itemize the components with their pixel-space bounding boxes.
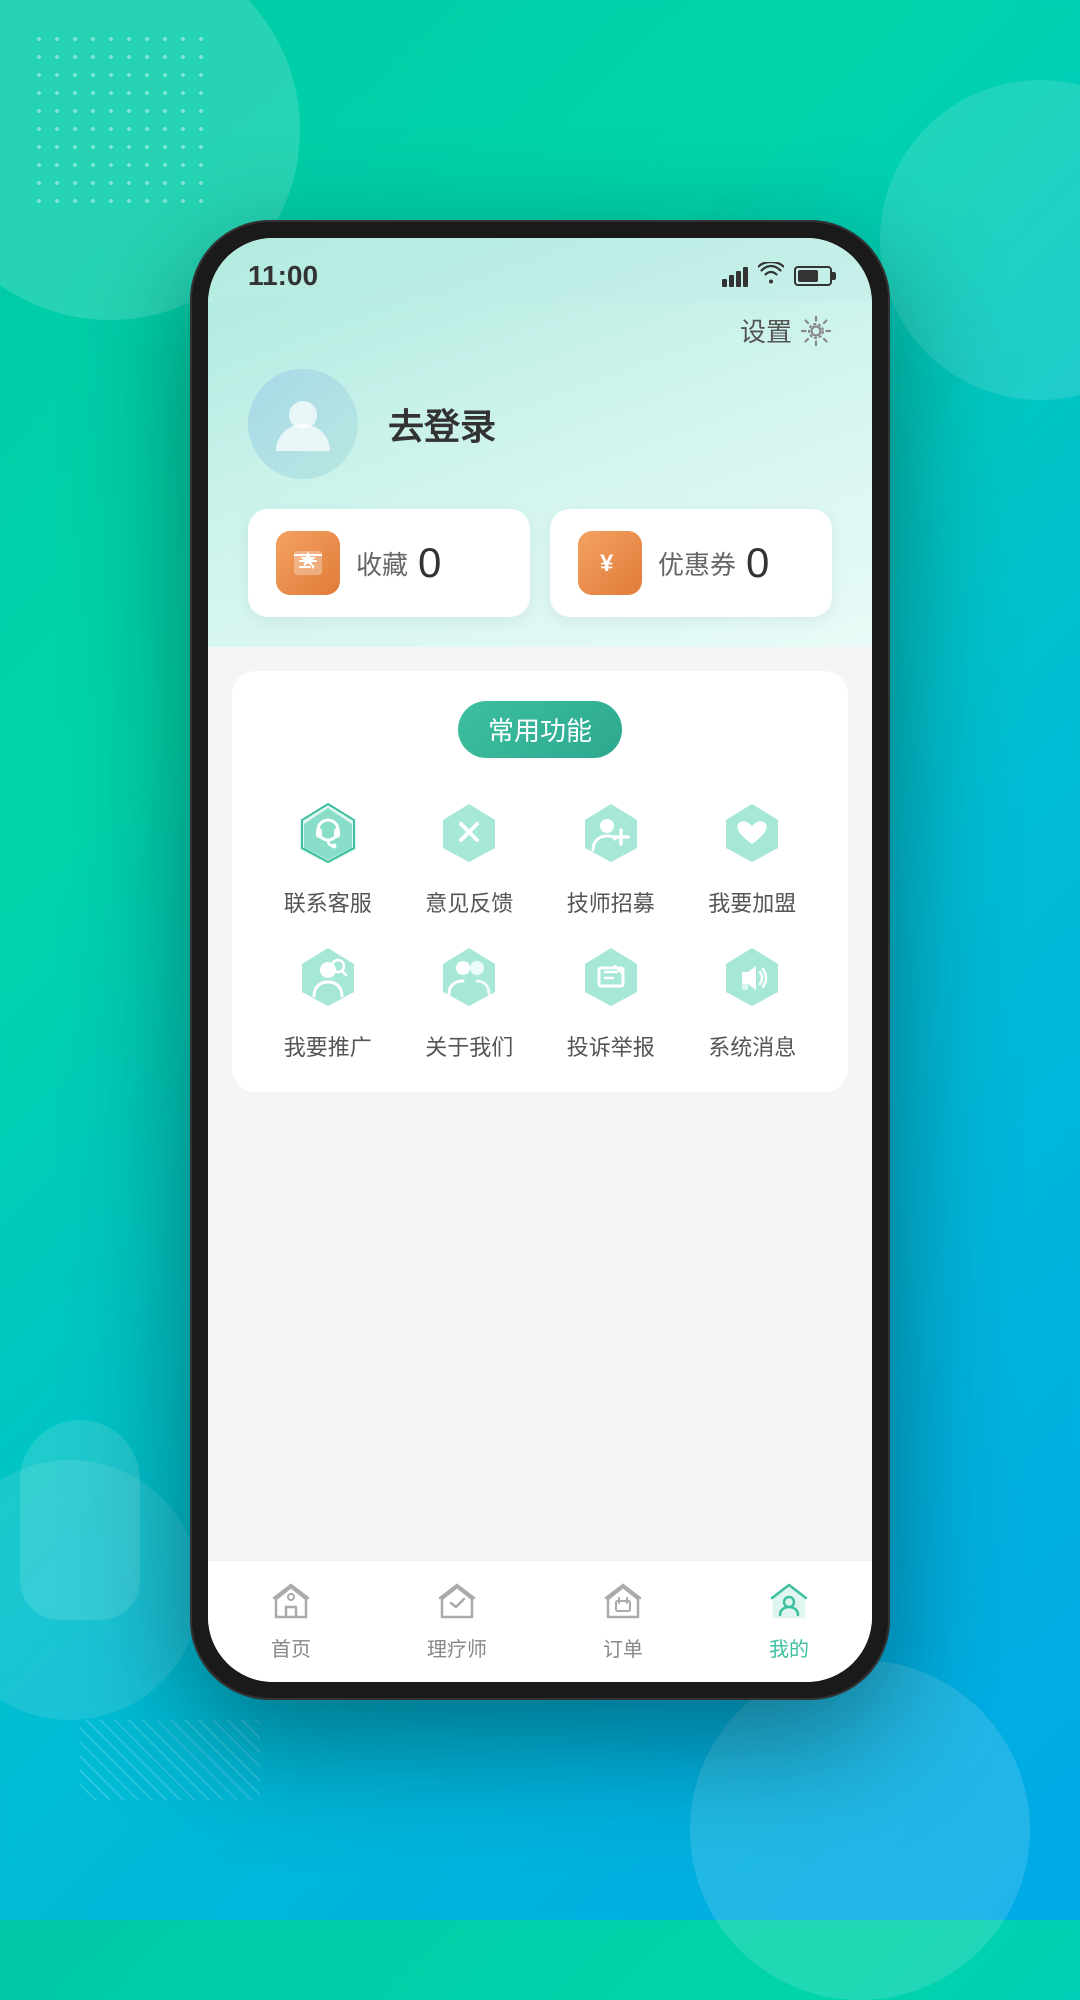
promote-icon xyxy=(294,944,362,1012)
status-bar: 11:00 xyxy=(208,238,872,302)
battery-fill xyxy=(798,270,818,282)
feedback-icon-wrap xyxy=(429,794,509,874)
join-icon-wrap xyxy=(712,794,792,874)
battery-icon xyxy=(794,266,832,286)
status-icons xyxy=(722,262,832,290)
function-item-customer-service[interactable]: 联系客服 xyxy=(262,794,394,918)
signal-bar-3 xyxy=(736,271,741,287)
login-prompt[interactable]: 去登录 xyxy=(388,398,496,450)
nav-item-orders[interactable]: 订单 xyxy=(540,1577,706,1662)
nav-item-mine[interactable]: 我的 xyxy=(706,1577,872,1662)
svg-text:¥: ¥ xyxy=(600,550,614,577)
nav-label-therapist: 理疗师 xyxy=(427,1633,487,1662)
about-icon xyxy=(435,944,503,1012)
customer-service-label: 联系客服 xyxy=(284,886,372,918)
function-item-promote[interactable]: 我要推广 xyxy=(262,938,394,1062)
user-avatar-icon xyxy=(268,389,338,459)
promote-icon-wrap xyxy=(288,938,368,1018)
favorites-card[interactable]: 收藏 0 xyxy=(248,509,530,617)
coupon-count: 0 xyxy=(746,539,769,587)
mine-nav-icon xyxy=(764,1577,814,1627)
bottom-nav: 首页 理疗师 xyxy=(208,1560,872,1682)
feedback-icon xyxy=(435,800,503,868)
system-msg-label: 系统消息 xyxy=(708,1030,796,1062)
bg-decor-circle4 xyxy=(690,1660,1030,2000)
join-icon xyxy=(718,800,786,868)
feedback-label: 意见反馈 xyxy=(425,886,513,918)
customer-service-icon-wrap xyxy=(288,794,368,874)
technician-icon-wrap xyxy=(571,794,651,874)
nav-item-therapist[interactable]: 理疗师 xyxy=(374,1577,540,1662)
therapist-nav-icon xyxy=(432,1577,482,1627)
gear-icon xyxy=(800,315,832,347)
coupon-icon: ¥ xyxy=(578,531,642,595)
orders-nav-icon xyxy=(598,1577,648,1627)
function-item-feedback[interactable]: 意见反馈 xyxy=(404,794,536,918)
functions-title-wrap: 常用功能 xyxy=(262,701,818,758)
complaint-label: 投诉举报 xyxy=(567,1030,655,1062)
coupon-text: 优惠券 0 xyxy=(658,539,769,587)
promote-label: 我要推广 xyxy=(284,1030,372,1062)
favorites-text: 收藏 0 xyxy=(356,539,441,587)
complaint-icon-wrap xyxy=(571,938,651,1018)
function-item-technician[interactable]: 技师招募 xyxy=(545,794,677,918)
nav-label-home: 首页 xyxy=(271,1633,311,1662)
phone-screen: 11:00 xyxy=(208,238,872,1682)
profile-row: 去登录 xyxy=(248,369,832,479)
favorites-count: 0 xyxy=(418,539,441,587)
settings-label: 设置 xyxy=(740,312,792,349)
complaint-icon xyxy=(577,944,645,1012)
home-nav-icon xyxy=(266,1577,316,1627)
settings-button[interactable]: 设置 xyxy=(740,312,832,349)
technician-label: 技师招募 xyxy=(567,886,655,918)
avatar[interactable] xyxy=(248,369,358,479)
signal-bar-2 xyxy=(729,275,734,287)
wifi-icon xyxy=(758,262,784,290)
about-label: 关于我们 xyxy=(425,1030,513,1062)
bg-decor-lines xyxy=(80,1720,260,1800)
function-item-complaint[interactable]: 投诉举报 xyxy=(545,938,677,1062)
bg-decor-hand xyxy=(20,1420,140,1620)
favorites-label: 收藏 xyxy=(356,545,408,582)
functions-card: 常用功能 xyxy=(232,671,848,1092)
phone-frame: 11:00 xyxy=(190,220,890,1700)
bg-decor-dots xyxy=(30,30,210,210)
nav-item-home[interactable]: 首页 xyxy=(208,1577,374,1662)
nav-label-mine: 我的 xyxy=(769,1633,809,1662)
function-item-system-msg[interactable]: 系统消息 xyxy=(687,938,819,1062)
bg-decor-circle2 xyxy=(880,80,1080,400)
header-area: 设置 去登录 xyxy=(208,302,872,647)
nav-label-orders: 订单 xyxy=(603,1633,643,1662)
status-time: 11:00 xyxy=(248,260,318,292)
functions-title: 常用功能 xyxy=(458,701,622,758)
join-label: 我要加盟 xyxy=(708,886,796,918)
coupon-card[interactable]: ¥ 优惠券 0 xyxy=(550,509,832,617)
coupon-label: 优惠券 xyxy=(658,545,736,582)
function-item-join[interactable]: 我要加盟 xyxy=(687,794,819,918)
signal-bar-4 xyxy=(743,267,748,287)
cards-row: 收藏 0 ¥ 优惠券 0 xyxy=(248,509,832,617)
system-msg-icon xyxy=(718,944,786,1012)
technician-icon xyxy=(577,800,645,868)
about-icon-wrap xyxy=(429,938,509,1018)
signal-bar-1 xyxy=(722,279,727,287)
signal-icon xyxy=(722,265,748,287)
function-item-about[interactable]: 关于我们 xyxy=(404,938,536,1062)
favorites-icon xyxy=(276,531,340,595)
functions-grid: 联系客服 意见反馈 xyxy=(262,794,818,1062)
main-content: 常用功能 xyxy=(208,647,872,1560)
settings-row: 设置 xyxy=(248,312,832,349)
customer-service-icon xyxy=(294,800,362,868)
system-msg-icon-wrap xyxy=(712,938,792,1018)
